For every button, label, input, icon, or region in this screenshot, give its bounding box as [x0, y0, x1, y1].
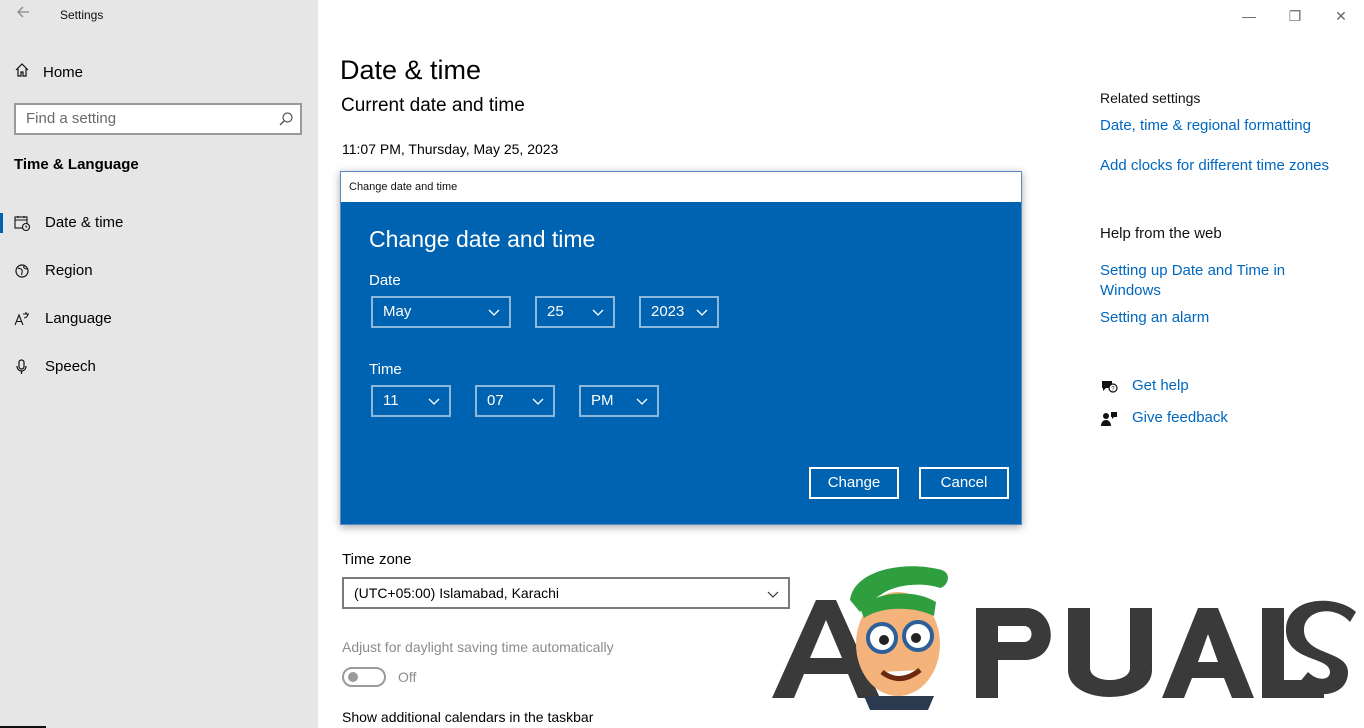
dst-toggle-state: Off: [398, 669, 417, 685]
chevron-down-icon: [427, 394, 441, 413]
home-nav-item[interactable]: Home: [14, 60, 83, 84]
search-icon[interactable]: [278, 111, 294, 132]
microphone-icon: [14, 359, 30, 375]
year-value: 2023: [651, 303, 685, 320]
sidebar-item-label: Region: [45, 262, 93, 279]
timezone-label: Time zone: [342, 551, 412, 568]
hour-dropdown[interactable]: 11: [371, 385, 451, 417]
add-clocks-link[interactable]: Add clocks for different time zones: [1100, 157, 1329, 174]
help-heading: Help from the web: [1100, 225, 1222, 242]
ampm-dropdown[interactable]: PM: [579, 385, 659, 417]
sidebar-item-label: Date & time: [45, 214, 124, 231]
sidebar-item-label: Language: [45, 310, 112, 327]
timezone-value: (UTC+05:00) Islamabad, Karachi: [354, 585, 560, 601]
dialog-body: Change date and time Date May 25 2023 Ti…: [341, 202, 1021, 524]
globe-icon: [14, 263, 30, 279]
minute-dropdown[interactable]: 07: [475, 385, 555, 417]
back-arrow-icon[interactable]: [12, 4, 34, 26]
dst-label: Adjust for daylight saving time automati…: [342, 639, 614, 655]
cancel-button[interactable]: Cancel: [919, 467, 1009, 499]
time-label: Time: [369, 361, 402, 378]
sidebar-item-language[interactable]: Language: [0, 299, 318, 339]
sidebar: Settings Home Find a setting Time & Lang…: [0, 0, 318, 728]
date-label: Date: [369, 272, 401, 289]
dialog-heading: Change date and time: [369, 226, 596, 252]
ampm-value: PM: [591, 392, 614, 409]
regional-formatting-link[interactable]: Date, time & regional formatting: [1100, 117, 1311, 134]
app-title: Settings: [60, 8, 104, 22]
page-title: Date & time: [340, 55, 482, 85]
dialog-window-title: Change date and time: [349, 181, 458, 193]
dst-toggle[interactable]: [342, 667, 386, 687]
minimize-button[interactable]: —: [1239, 6, 1259, 26]
dialog-titlebar: Change date and time: [341, 172, 1021, 202]
month-dropdown[interactable]: May: [371, 296, 511, 328]
day-value: 25: [547, 303, 564, 320]
language-icon: [14, 311, 30, 327]
related-settings-heading: Related settings: [1100, 90, 1201, 106]
chevron-down-icon: [531, 394, 545, 413]
search-input[interactable]: Find a setting: [14, 103, 302, 135]
chevron-down-icon: [695, 305, 709, 324]
chevron-down-icon: [635, 394, 649, 413]
sidebar-item-region[interactable]: Region: [0, 251, 318, 291]
sidebar-item-speech[interactable]: Speech: [0, 347, 318, 387]
timezone-dropdown[interactable]: (UTC+05:00) Islamabad, Karachi: [342, 577, 790, 609]
home-label: Home: [43, 63, 84, 81]
section-title: Time & Language: [14, 156, 139, 173]
home-icon: [14, 62, 30, 83]
additional-calendars-label: Show additional calendars in the taskbar: [342, 709, 594, 725]
month-value: May: [383, 303, 412, 320]
calendar-clock-icon: [14, 215, 31, 232]
sidebar-item-label: Speech: [45, 358, 96, 375]
sidebar-item-date-time[interactable]: Date & time: [0, 203, 318, 243]
feedback-icon: [1100, 411, 1118, 432]
chevron-down-icon: [591, 305, 605, 324]
current-date-time: 11:07 PM, Thursday, May 25, 2023: [342, 141, 559, 157]
give-feedback-link[interactable]: Give feedback: [1132, 409, 1228, 426]
toggle-knob: [348, 672, 358, 682]
close-button[interactable]: ✕: [1331, 6, 1351, 26]
hour-value: 11: [383, 392, 399, 409]
year-dropdown[interactable]: 2023: [639, 296, 719, 328]
day-dropdown[interactable]: 25: [535, 296, 615, 328]
change-button[interactable]: Change: [809, 467, 899, 499]
section-heading: Current date and time: [341, 95, 525, 116]
get-help-icon: ?: [1100, 379, 1118, 400]
search-placeholder: Find a setting: [26, 110, 117, 127]
setting-up-date-time-link[interactable]: Setting up Date and Time in Windows: [1100, 261, 1330, 301]
appuals-watermark-logo: [772, 566, 1356, 710]
minute-value: 07: [487, 392, 504, 409]
maximize-button[interactable]: ❐: [1285, 6, 1305, 26]
chevron-down-icon: [487, 305, 501, 324]
get-help-link[interactable]: Get help: [1132, 377, 1189, 394]
setting-alarm-link[interactable]: Setting an alarm: [1100, 309, 1209, 326]
change-date-time-dialog: Change date and time Change date and tim…: [340, 171, 1022, 525]
